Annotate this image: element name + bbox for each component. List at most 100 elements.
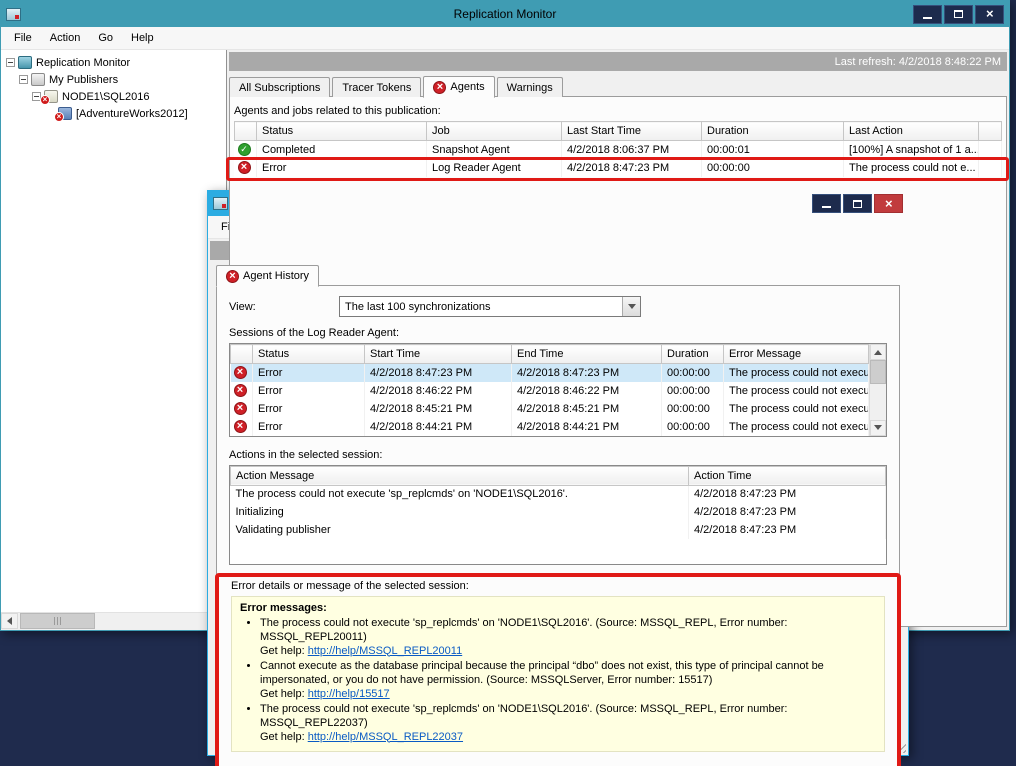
dialog-maximize-button[interactable] [843,194,872,213]
cell-duration: 00:00:01 [702,141,844,159]
dialog-close-button[interactable] [874,194,903,213]
cell-duration: 00:00:00 [662,364,724,382]
tree-item-node1-sql2016[interactable]: NODE1\SQL2016 [3,88,224,105]
last-refresh-bar: Last refresh: 4/2/2018 8:48:22 PM [229,52,1007,71]
main-window-controls [913,5,1004,24]
action-row-2[interactable]: Validating publisher 4/2/2018 8:47:23 PM [231,521,886,539]
session-row-1[interactable]: Error 4/2/2018 8:46:22 PM 4/2/2018 8:46:… [231,382,869,400]
tab-label: Agents [450,81,484,93]
publication-tabstrip: All Subscriptions Tracer Tokens Agents W… [229,76,1009,97]
maximize-button[interactable] [944,5,973,24]
tree-horizontal-scrollbar[interactable] [1,612,226,629]
main-titlebar[interactable]: Replication Monitor [1,1,1009,27]
help-link-15517[interactable]: http://help/15517 [308,688,390,700]
scrollbar-thumb[interactable] [870,360,886,384]
tab-agent-history[interactable]: Agent History [216,265,319,287]
column-header-start-time[interactable]: Start Time [365,345,512,364]
cell-job: Log Reader Agent [427,159,562,177]
publisher-tree-panel: Replication Monitor My Publishers NODE1\… [1,50,227,629]
cell-end-time: 4/2/2018 8:47:23 PM [512,364,662,382]
sessions-label: Sessions of the Log Reader Agent: [229,327,887,339]
tab-warnings[interactable]: Warnings [497,77,563,97]
scrollbar-track[interactable] [18,613,209,629]
cell-action-message: Validating publisher [231,521,689,539]
main-window-title: Replication Monitor [1,7,1009,21]
tab-label: All Subscriptions [239,82,320,94]
session-row-2[interactable]: Error 4/2/2018 8:45:21 PM 4/2/2018 8:45:… [231,400,869,418]
close-button[interactable] [975,5,1004,24]
tree-item-label: My Publishers [49,74,118,86]
tree-item-label: NODE1\SQL2016 [62,91,149,103]
minimize-button[interactable] [913,5,942,24]
cell-action-message: Initializing [231,503,689,521]
column-header-duration[interactable]: Duration [702,122,844,141]
tab-all-subscriptions[interactable]: All Subscriptions [229,77,330,97]
scroll-up-button[interactable] [870,344,886,360]
column-header-error-message[interactable]: Error Message [724,345,869,364]
action-row-0[interactable]: The process could not execute 'sp_replcm… [231,485,886,503]
scrollbar-thumb[interactable] [20,613,95,629]
tree-item-adventureworks2012[interactable]: [AdventureWorks2012] [3,105,224,122]
scroll-left-button[interactable] [1,613,18,629]
close-icon [986,7,994,21]
menu-help[interactable]: Help [122,29,163,47]
column-header-icon[interactable] [231,345,253,364]
dialog-minimize-button[interactable] [812,194,841,213]
error-icon [234,366,247,379]
publication-error-icon [58,107,72,120]
menu-go[interactable]: Go [89,29,122,47]
help-link-msrepl22037[interactable]: http://help/MSSQL_REPL22037 [308,731,463,743]
sessions-scrollbar[interactable] [869,344,886,436]
maximize-icon [853,200,862,208]
cell-action-time: 4/2/2018 8:47:23 PM [689,521,886,539]
main-menubar: File Action Go Help [1,27,1009,50]
column-header-job[interactable]: Job [427,122,562,141]
cell-end-time: 4/2/2018 8:46:22 PM [512,382,662,400]
actions-table-header-row: Action Message Action Time [231,466,886,485]
cell-status: Error [253,418,365,436]
error-details-label: Error details or message of the selected… [231,580,885,592]
session-row-0[interactable]: Error 4/2/2018 8:47:23 PM 4/2/2018 8:47:… [231,364,869,382]
tree-expand-toggle[interactable] [6,58,15,67]
tab-tracer-tokens[interactable]: Tracer Tokens [332,77,421,97]
agent-row-snapshot[interactable]: Completed Snapshot Agent 4/2/2018 8:06:3… [235,141,1002,159]
action-row-1[interactable]: Initializing 4/2/2018 8:47:23 PM [231,503,886,521]
menu-action[interactable]: Action [41,29,90,47]
log-reader-agent-dialog: Log Reader Agent of AdvWorksProductTrans… [207,190,909,756]
agent-row-log-reader[interactable]: Error Log Reader Agent 4/2/2018 8:47:23 … [235,159,1002,177]
column-header-duration[interactable]: Duration [662,345,724,364]
column-header-last-start-time[interactable]: Last Start Time [562,122,702,141]
tree-expand-toggle[interactable] [19,75,28,84]
dropdown-arrow-button[interactable] [622,297,640,316]
cell-start-time: 4/2/2018 8:45:21 PM [365,400,512,418]
minimize-icon [923,17,932,19]
view-dropdown[interactable]: The last 100 synchronizations [339,296,641,317]
status-icon-cell [231,400,253,418]
column-header-end-time[interactable]: End Time [512,345,662,364]
column-header-action-message[interactable]: Action Message [231,466,689,485]
tab-label: Warnings [507,82,553,94]
column-header-action-time[interactable]: Action Time [689,466,886,485]
view-label: View: [229,301,339,313]
agents-section-label: Agents and jobs related to this publicat… [234,105,1002,117]
error-icon [238,161,251,174]
cell-start-time: 4/2/2018 8:47:23 PM [365,364,512,382]
tree-item-replication-monitor[interactable]: Replication Monitor [3,54,224,71]
session-row-3[interactable]: Error 4/2/2018 8:44:21 PM 4/2/2018 8:44:… [231,418,869,436]
cell-error-message: The process could not execute '... [724,364,869,382]
scrollbar-track[interactable] [870,360,886,420]
tree-item-my-publishers[interactable]: My Publishers [3,71,224,88]
column-header-last-action[interactable]: Last Action [844,122,979,141]
tab-agents[interactable]: Agents [423,76,494,98]
column-header-status[interactable]: Status [253,345,365,364]
chevron-down-icon [628,304,636,313]
column-header-icon[interactable] [235,122,257,141]
error-message-item: The process could not execute 'sp_replcm… [260,616,876,658]
column-header-status[interactable]: Status [257,122,427,141]
cell-action-time: 4/2/2018 8:47:23 PM [689,485,886,503]
menu-file[interactable]: File [5,29,41,47]
help-link-msrepl20011[interactable]: http://help/MSSQL_REPL20011 [308,645,463,657]
scroll-down-button[interactable] [870,420,886,436]
error-icon [234,384,247,397]
minimize-icon [822,206,831,208]
